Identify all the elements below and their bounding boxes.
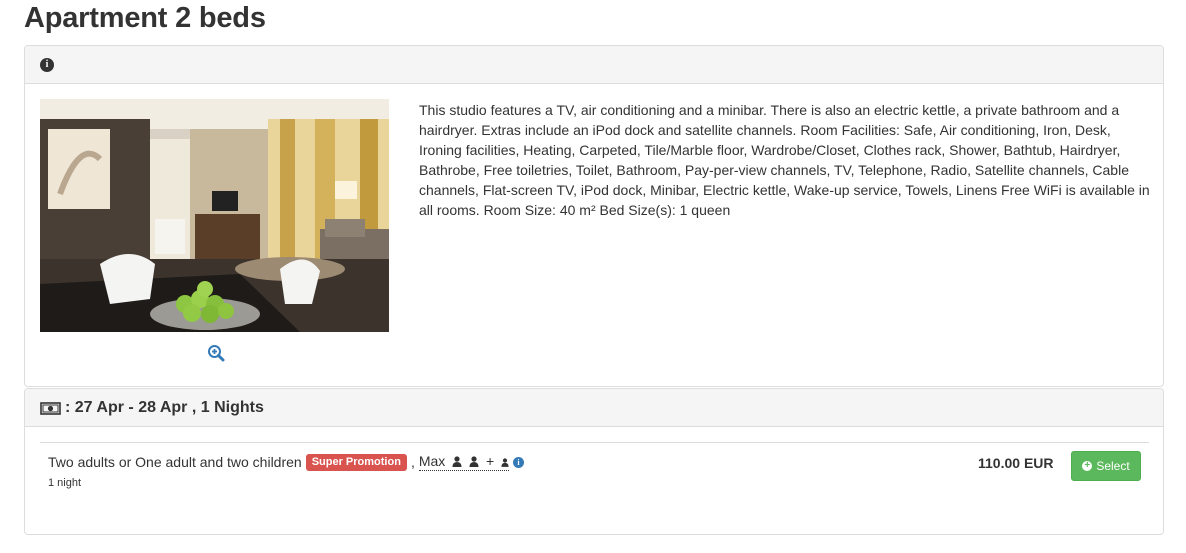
rates-panel: : 27 Apr - 28 Apr , 1 Nights Two adults …: [24, 388, 1164, 535]
promo-badge: Super Promotion: [305, 453, 407, 471]
stay-dates: : 27 Apr - 28 Apr , 1 Nights: [40, 399, 264, 417]
rate-price: 110.00 EUR: [978, 455, 1054, 471]
nights-count: 1 night: [48, 477, 82, 489]
child-icon: [501, 458, 509, 467]
page-title: Apartment 2 beds: [24, 2, 266, 34]
occupancy-info-icon[interactable]: i: [513, 456, 525, 468]
max-occupancy[interactable]: Max +: [418, 453, 510, 471]
max-label: Max: [418, 453, 446, 469]
room-description: This studio features a TV, air condition…: [419, 102, 1150, 218]
separator: ,: [410, 454, 415, 470]
zoom-in-icon[interactable]: [207, 344, 225, 362]
room-info-heading: i: [25, 46, 1163, 84]
money-icon: [40, 401, 61, 415]
room-info-panel: i This studio features a TV, air conditi…: [24, 45, 1164, 387]
rate-row: Two adults or One adult and two children…: [48, 453, 525, 471]
plus-sign: +: [485, 453, 495, 469]
adult-icon: [469, 456, 479, 467]
select-label: Select: [1096, 459, 1130, 473]
occupancy-text: Two adults or One adult and two children: [48, 454, 302, 470]
plus-circle-icon: +: [1082, 461, 1093, 471]
info-circle-icon: i: [40, 58, 54, 72]
select-button[interactable]: + Select: [1071, 451, 1141, 481]
rate-divider: [40, 442, 1149, 443]
room-photo[interactable]: [40, 99, 389, 332]
adult-icon: [452, 456, 462, 467]
rates-heading: : 27 Apr - 28 Apr , 1 Nights: [25, 389, 1163, 427]
stay-dates-text: : 27 Apr - 28 Apr , 1 Nights: [65, 399, 264, 416]
